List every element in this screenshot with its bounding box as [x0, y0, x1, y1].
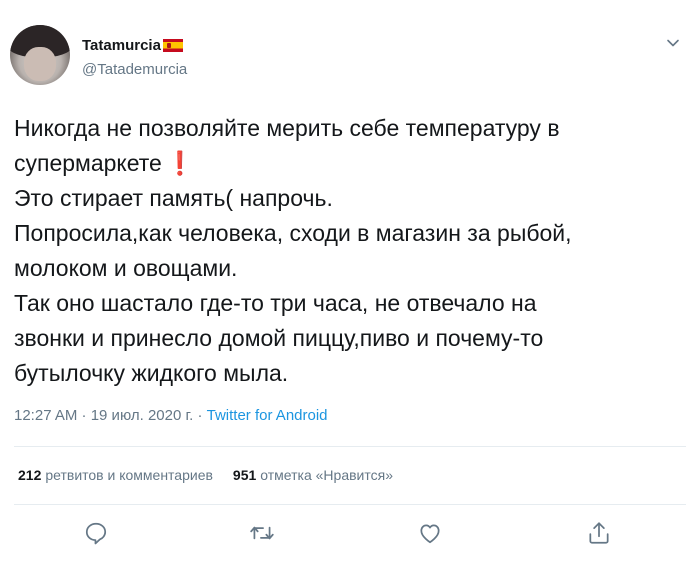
- tweet-line-text: супермаркете: [14, 150, 162, 176]
- tweet-line: звонки и принесло домой пиццу,пиво и поч…: [14, 325, 544, 351]
- author-name-row[interactable]: Tatamurcia: [82, 37, 183, 54]
- retweet-icon[interactable]: [249, 520, 275, 546]
- tweet-meta: 12:27 AM · 19 июл. 2020 г. · Twitter for…: [14, 407, 328, 424]
- exclamation-emoji: ❗: [165, 150, 195, 176]
- likes-count: 951: [232, 467, 257, 483]
- divider: [14, 504, 686, 505]
- retweets-count: 212: [18, 467, 42, 483]
- author-handle[interactable]: @Tatademurcia: [82, 61, 187, 78]
- reply-icon[interactable]: [83, 520, 109, 546]
- tweet-line: Попросила,как человека, сходи в магазин …: [14, 220, 572, 246]
- tweet-line: молоком и овощами.: [14, 255, 238, 281]
- spain-flag-icon: [162, 39, 183, 52]
- avatar-face: [24, 47, 56, 81]
- tweet-text: Никогда не позволяйте мерить себе темпер…: [14, 111, 684, 391]
- tweet-line: Так оно шастало где-то три часа, не отве…: [14, 290, 537, 316]
- tweet-timestamp[interactable]: 12:27 AM · 19 июл. 2020 г. ·: [14, 407, 202, 424]
- retweets-label: ретвитов и комментариев: [45, 467, 213, 483]
- tweet-source-link[interactable]: Twitter for Android: [207, 407, 328, 424]
- author-display-name[interactable]: Tatamurcia: [82, 37, 161, 54]
- likes-label: отметка «Нравится»: [260, 467, 393, 483]
- tweet-line: супермаркете ❗: [14, 146, 684, 181]
- tweet-line: Никогда не позволяйте мерить себе темпер…: [14, 115, 560, 141]
- tweet-line: Это стирает память( напрочь.: [14, 185, 333, 211]
- avatar[interactable]: [10, 25, 70, 85]
- divider: [14, 446, 686, 447]
- likes-stat[interactable]: 951 отметка «Нравится»: [233, 467, 393, 483]
- share-icon[interactable]: [586, 520, 612, 546]
- chevron-down-icon[interactable]: [666, 36, 680, 50]
- like-icon[interactable]: [417, 520, 443, 546]
- tweet-line: бутылочку жидкого мыла.: [14, 360, 289, 386]
- action-bar: [0, 520, 700, 550]
- tweet-stats: 212 ретвитов и комментариев 951 отметка «Н…: [18, 467, 393, 483]
- retweets-stat[interactable]: 212 ретвитов и комментариев: [18, 467, 213, 483]
